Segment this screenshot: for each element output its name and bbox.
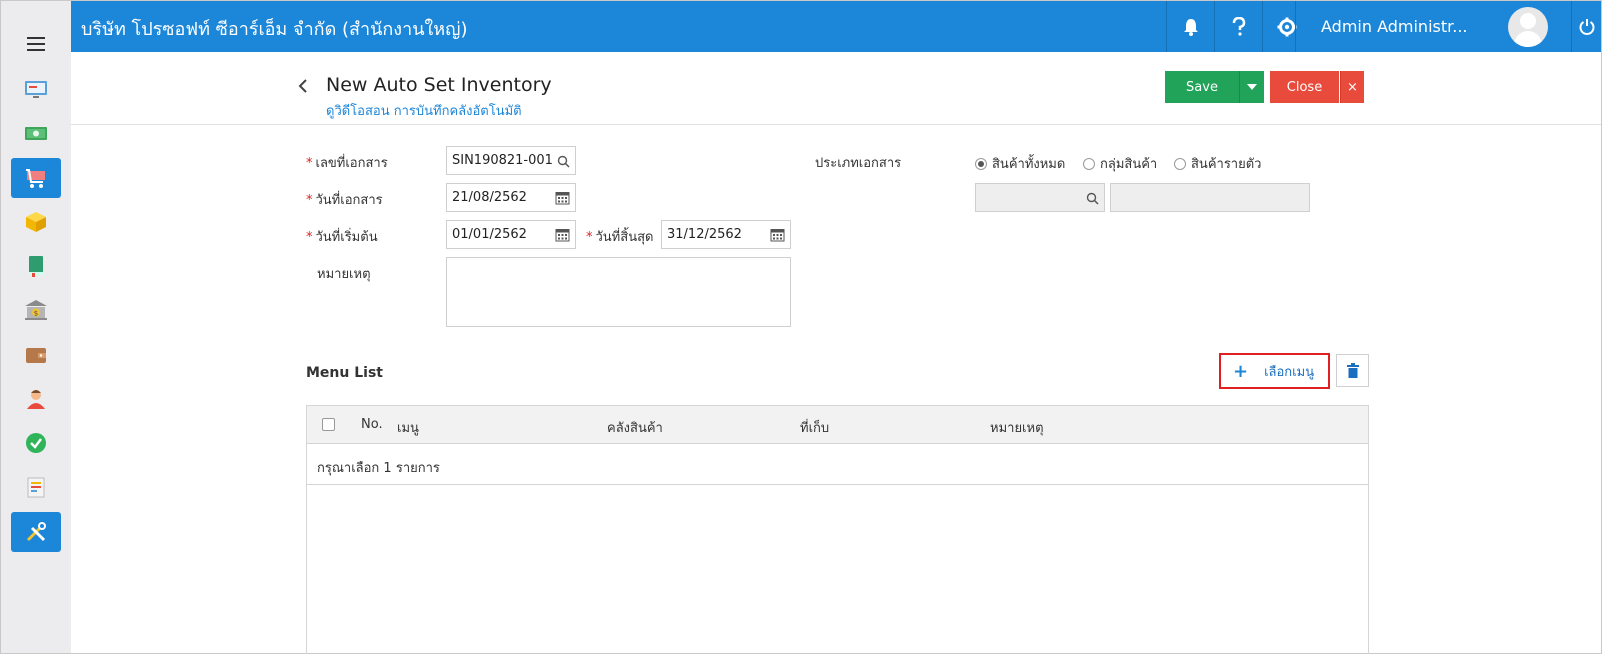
svg-text:$: $ [34, 310, 38, 318]
col-remark: หมายเหตุ [990, 421, 1044, 436]
book-icon[interactable] [11, 246, 61, 286]
select-all-checkbox[interactable] [322, 418, 335, 431]
doc-date-field[interactable]: 21/08/2562 [446, 183, 576, 212]
doc-no-field[interactable]: SIN190821-001 [446, 146, 576, 175]
tutorial-video-link[interactable]: ดูวิดีโอสอน การบันทึกคลังอัตโนมัติ [326, 100, 522, 121]
wallet-icon[interactable] [11, 335, 61, 375]
money-icon[interactable] [11, 113, 61, 153]
table-header: No. เมนู คลังสินค้า ที่เก็บ หมายเหตุ [307, 406, 1368, 444]
company-name: บริษัท โปรซอฟท์ ซีอาร์เอ็ม จำกัด (สำนักง… [81, 19, 468, 40]
plus-icon: + [1233, 360, 1249, 382]
start-date-label: * วันที่เริ่มต้น [306, 230, 378, 245]
close-x-button[interactable]: × [1340, 71, 1364, 103]
top-bar: บริษัท โปรซอฟท์ ซีอาร์เอ็ม จำกัด (สำนักง… [71, 1, 1601, 52]
calendar-icon[interactable] [770, 227, 785, 246]
document-icon[interactable] [11, 467, 61, 507]
check-circle-icon[interactable] [11, 423, 61, 463]
calendar-icon[interactable] [555, 190, 570, 209]
radio-single-product[interactable]: สินค้ารายตัว [1174, 153, 1261, 174]
bell-icon[interactable] [1166, 1, 1214, 52]
back-arrow-icon[interactable] [298, 78, 308, 97]
radio-all-products[interactable]: สินค้าทั้งหมด [975, 153, 1065, 174]
tools-icon[interactable] [11, 512, 61, 552]
col-location: ที่เก็บ [800, 421, 830, 436]
select-menu-button[interactable]: + เลือกเมนู [1219, 353, 1330, 389]
bank-icon[interactable]: $ [11, 290, 61, 330]
search-icon[interactable] [557, 153, 570, 172]
page-title: New Auto Set Inventory [326, 74, 552, 96]
cart-icon[interactable] [11, 158, 61, 198]
user-name: Admin Administr... [1321, 17, 1468, 36]
calendar-icon[interactable] [555, 227, 570, 246]
empty-row: กรุณาเลือก 1 รายการ [307, 445, 1368, 485]
radio-product-group[interactable]: กลุ่มสินค้า [1083, 153, 1157, 174]
user-menu[interactable]: Admin Administr... [1295, 1, 1571, 52]
radio-dot [975, 157, 987, 170]
delete-button[interactable] [1336, 354, 1369, 387]
product-name-field [1110, 183, 1310, 212]
avatar [1508, 7, 1548, 47]
product-code-field [975, 183, 1105, 212]
remark-label: หมายเหตุ [317, 267, 371, 282]
monitor-icon[interactable] [11, 69, 61, 109]
box-icon[interactable] [11, 202, 61, 242]
radio-dot [1083, 157, 1095, 170]
start-date-field[interactable]: 01/01/2562 [446, 220, 576, 249]
doc-type-label: ประเภทเอกสาร [815, 156, 902, 171]
radio-dot [1174, 157, 1186, 170]
close-button[interactable]: Close [1270, 71, 1339, 103]
page-header: New Auto Set Inventory ดูวิดีโอสอน การบั… [71, 52, 1601, 125]
help-icon[interactable] [1214, 1, 1262, 52]
search-icon [1086, 190, 1099, 209]
col-no: No. [361, 417, 383, 432]
trash-icon [1346, 363, 1359, 378]
menu-table: No. เมนู คลังสินค้า ที่เก็บ หมายเหตุ กรุ… [306, 405, 1369, 654]
sidebar: $ [1, 1, 71, 653]
doc-no-label: * เลขที่เอกสาร [306, 156, 388, 171]
power-icon[interactable] [1571, 1, 1601, 52]
doc-date-label: * วันที่เอกสาร [306, 193, 383, 208]
save-dropdown-button[interactable] [1239, 71, 1264, 103]
empty-message: กรุณาเลือก 1 รายการ [317, 461, 440, 476]
menu-list-title: Menu List [306, 365, 383, 381]
remark-textarea[interactable] [446, 257, 791, 327]
hamburger-menu-icon[interactable] [27, 37, 45, 51]
user-icon[interactable] [11, 379, 61, 419]
col-menu: เมนู [397, 421, 419, 436]
save-button[interactable]: Save [1165, 71, 1239, 103]
end-date-field[interactable]: 31/12/2562 [661, 220, 791, 249]
end-date-label: * วันที่สิ้นสุด [586, 230, 654, 245]
col-warehouse: คลังสินค้า [607, 421, 663, 436]
